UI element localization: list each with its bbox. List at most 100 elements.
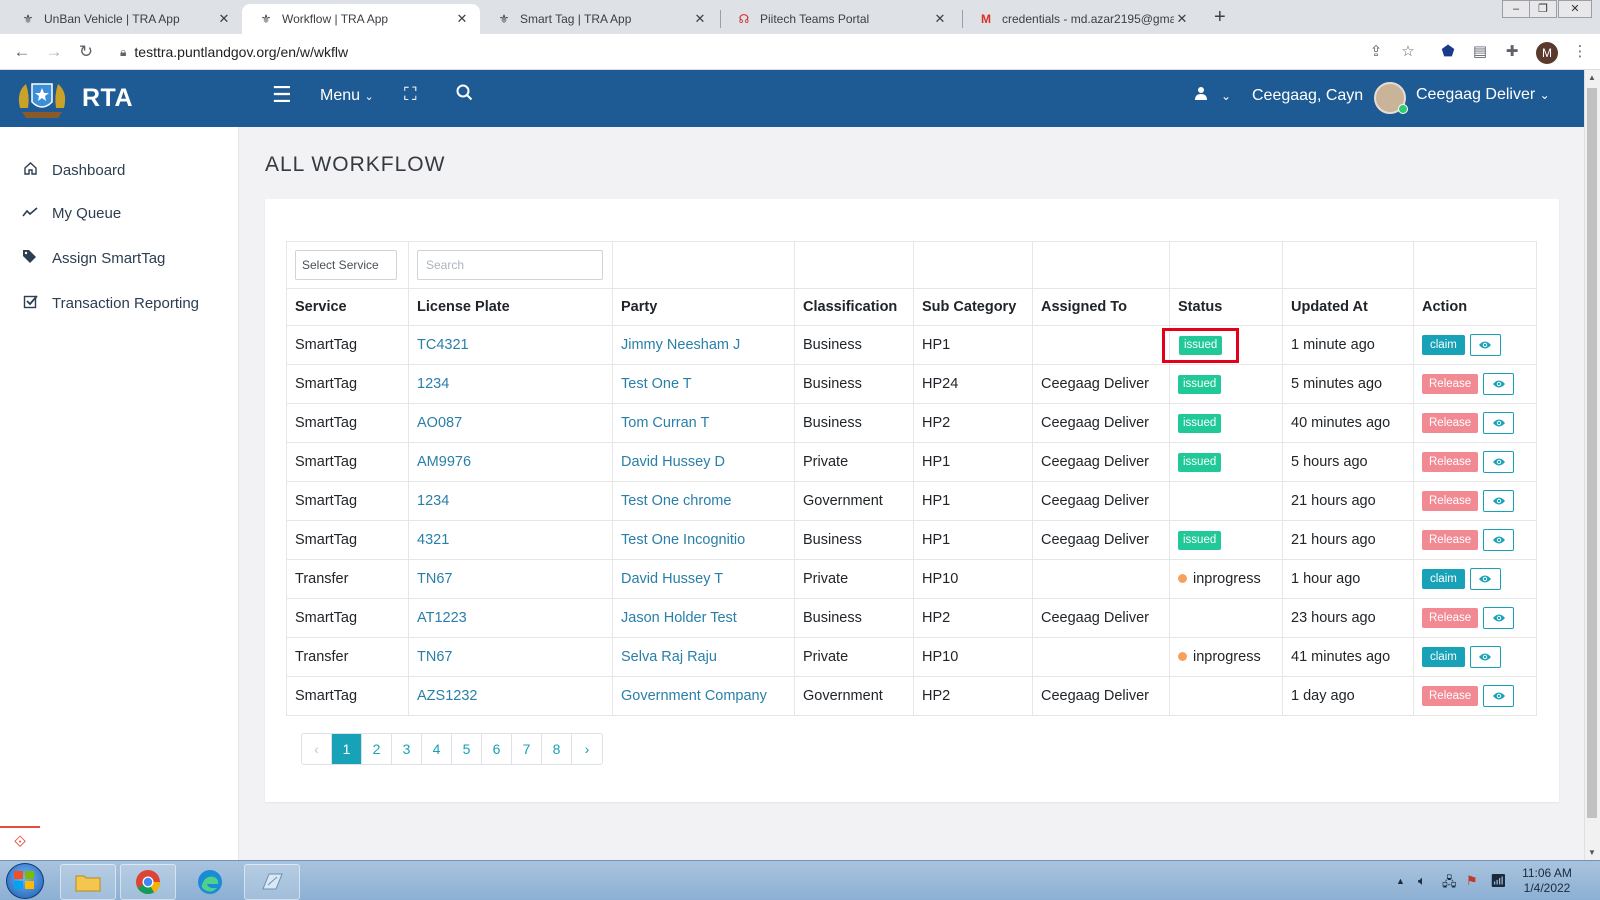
column-header-party[interactable]: Party bbox=[612, 288, 795, 326]
party-link[interactable]: Selva Raj Raju bbox=[621, 649, 717, 665]
select-service-dropdown[interactable]: Select Service bbox=[295, 250, 397, 280]
restore-icon[interactable]: ❐ bbox=[1529, 0, 1557, 18]
view-eye-button[interactable] bbox=[1483, 685, 1515, 707]
close-icon[interactable]: ✕ bbox=[932, 11, 948, 27]
column-header-classification[interactable]: Classification bbox=[794, 288, 914, 326]
page-1[interactable]: 1 bbox=[332, 734, 362, 764]
party-link[interactable]: David Hussey T bbox=[621, 571, 723, 587]
signal-bars-icon[interactable]: 📶︎ bbox=[1490, 873, 1507, 889]
notepad-app-icon[interactable] bbox=[244, 864, 300, 900]
sidebar-item-dashboard[interactable]: Dashboard bbox=[18, 161, 125, 180]
license-plate-link[interactable]: TC4321 bbox=[417, 337, 469, 353]
release-button[interactable]: Release bbox=[1422, 413, 1479, 433]
license-plate-link[interactable]: AZS1232 bbox=[417, 688, 477, 704]
view-eye-button[interactable] bbox=[1483, 451, 1515, 473]
chrome-icon[interactable] bbox=[120, 864, 176, 900]
column-header-status[interactable]: Status bbox=[1169, 288, 1283, 326]
menu-dropdown[interactable]: Menu ⌄ bbox=[320, 87, 374, 105]
taskbar-clock[interactable]: 11:06 AM 1/4/2022 bbox=[1512, 866, 1582, 896]
license-plate-link[interactable]: 4321 bbox=[417, 532, 449, 548]
party-link[interactable]: Tom Curran T bbox=[621, 415, 709, 431]
column-header-service[interactable]: Service bbox=[286, 288, 409, 326]
browser-tab-unban-vehicle[interactable]: ⚜ UnBan Vehicle | TRA App ✕ bbox=[4, 4, 242, 34]
close-icon[interactable]: ✕ bbox=[454, 11, 470, 27]
page-8[interactable]: 8 bbox=[542, 734, 572, 764]
hamburger-icon[interactable]: ☰ bbox=[272, 82, 292, 108]
view-eye-button[interactable] bbox=[1469, 568, 1501, 590]
release-button[interactable]: Release bbox=[1422, 491, 1479, 511]
scroll-down-arrow-icon[interactable]: ▼ bbox=[1587, 848, 1597, 857]
search-input[interactable] bbox=[417, 250, 603, 280]
claim-button[interactable]: claim bbox=[1422, 647, 1465, 667]
minimize-icon[interactable]: – bbox=[1502, 0, 1530, 18]
user-menu[interactable]: Ceegaag Deliver ⌄ bbox=[1416, 86, 1550, 104]
column-header-sub-category[interactable]: Sub Category bbox=[913, 288, 1033, 326]
puzzle-extensions-icon[interactable]: ✚ bbox=[1502, 42, 1522, 60]
reload-icon[interactable]: ↻ bbox=[76, 42, 96, 62]
show-hidden-icons-arrow-icon[interactable]: ▲ bbox=[1396, 876, 1405, 886]
network-icon[interactable]: 🖧︎ bbox=[1442, 873, 1457, 895]
license-plate-link[interactable]: 1234 bbox=[417, 493, 449, 509]
release-button[interactable]: Release bbox=[1422, 374, 1479, 394]
edge-icon[interactable] bbox=[182, 864, 238, 900]
column-header-assigned-to[interactable]: Assigned To bbox=[1032, 288, 1170, 326]
view-eye-button[interactable] bbox=[1483, 373, 1515, 395]
close-icon[interactable]: ✕ bbox=[692, 11, 708, 27]
license-plate-link[interactable]: 1234 bbox=[417, 376, 449, 392]
column-header-updated-at[interactable]: Updated At bbox=[1282, 288, 1414, 326]
view-eye-button[interactable] bbox=[1483, 529, 1515, 551]
release-button[interactable]: Release bbox=[1422, 608, 1479, 628]
back-arrow-icon[interactable]: ← bbox=[12, 42, 32, 62]
release-button[interactable]: Release bbox=[1422, 452, 1479, 472]
license-plate-link[interactable]: AT1223 bbox=[417, 610, 467, 626]
page-2[interactable]: 2 bbox=[362, 734, 392, 764]
laravel-debugbar-icon[interactable]: ⟐ bbox=[0, 826, 40, 860]
browser-tab-gmail[interactable]: M credentials - md.azar2195@gmai ✕ bbox=[962, 4, 1200, 34]
window-close-icon[interactable]: ✕ bbox=[1558, 0, 1592, 18]
release-button[interactable]: Release bbox=[1422, 530, 1479, 550]
page-7[interactable]: 7 bbox=[512, 734, 542, 764]
page-3[interactable]: 3 bbox=[392, 734, 422, 764]
pagination-prev[interactable]: ‹ bbox=[302, 734, 332, 764]
party-link[interactable]: Test One chrome bbox=[621, 493, 731, 509]
fullscreen-icon[interactable]: ⛶ bbox=[404, 84, 417, 105]
shield-extension-icon[interactable]: ⬟ bbox=[1438, 42, 1458, 60]
search-icon[interactable] bbox=[456, 84, 473, 106]
clipboard-extension-icon[interactable]: ▤ bbox=[1470, 42, 1490, 60]
page-4[interactable]: 4 bbox=[422, 734, 452, 764]
view-eye-button[interactable] bbox=[1483, 490, 1515, 512]
license-plate-link[interactable]: AM9976 bbox=[417, 454, 471, 470]
bookmark-star-icon[interactable]: ☆ bbox=[1398, 42, 1418, 60]
party-link[interactable]: David Hussey D bbox=[621, 454, 725, 470]
license-plate-link[interactable]: TN67 bbox=[417, 649, 452, 665]
release-button[interactable]: Release bbox=[1422, 686, 1479, 706]
kebab-menu-icon[interactable]: ⋮ bbox=[1570, 42, 1590, 60]
new-tab-plus-icon[interactable]: + bbox=[1214, 6, 1226, 29]
close-icon[interactable]: ✕ bbox=[216, 11, 232, 27]
column-header-license-plate[interactable]: License Plate bbox=[408, 288, 613, 326]
party-link[interactable]: Test One T bbox=[621, 376, 692, 392]
browser-tab-smart-tag[interactable]: ⚜ Smart Tag | TRA App ✕ bbox=[480, 4, 718, 34]
forward-arrow-icon[interactable]: → bbox=[44, 42, 64, 62]
share-icon[interactable]: ⇪ bbox=[1366, 42, 1386, 60]
claim-button[interactable]: claim bbox=[1422, 569, 1465, 589]
party-link[interactable]: Test One Incognitio bbox=[621, 532, 745, 548]
license-plate-link[interactable]: AO087 bbox=[417, 415, 462, 431]
license-plate-link[interactable]: TN67 bbox=[417, 571, 452, 587]
view-eye-button[interactable] bbox=[1483, 607, 1515, 629]
party-link[interactable]: Jason Holder Test bbox=[621, 610, 737, 626]
view-eye-button[interactable] bbox=[1469, 646, 1501, 668]
speaker-icon[interactable]: 🔈︎ bbox=[1418, 873, 1426, 889]
party-link[interactable]: Jimmy Neesham J bbox=[621, 337, 740, 353]
action-center-icon[interactable]: ⚑ bbox=[1466, 873, 1478, 889]
sidebar-item-assign-smarttag[interactable]: Assign SmartTag bbox=[18, 249, 165, 268]
pagination-next[interactable]: › bbox=[572, 734, 602, 764]
page-6[interactable]: 6 bbox=[482, 734, 512, 764]
address-bar[interactable]: 🔒︎ testtra.puntlandgov.org/en/w/wkflw bbox=[108, 38, 1388, 66]
page-scrollbar-thumb[interactable] bbox=[1587, 88, 1597, 818]
file-explorer-icon[interactable] bbox=[60, 864, 116, 900]
scroll-up-arrow-icon[interactable]: ▲ bbox=[1587, 73, 1597, 82]
sidebar-item-my-queue[interactable]: My Queue bbox=[18, 205, 121, 222]
view-eye-button[interactable] bbox=[1483, 412, 1515, 434]
sidebar-item-transaction-reporting[interactable]: Transaction Reporting bbox=[18, 294, 199, 313]
